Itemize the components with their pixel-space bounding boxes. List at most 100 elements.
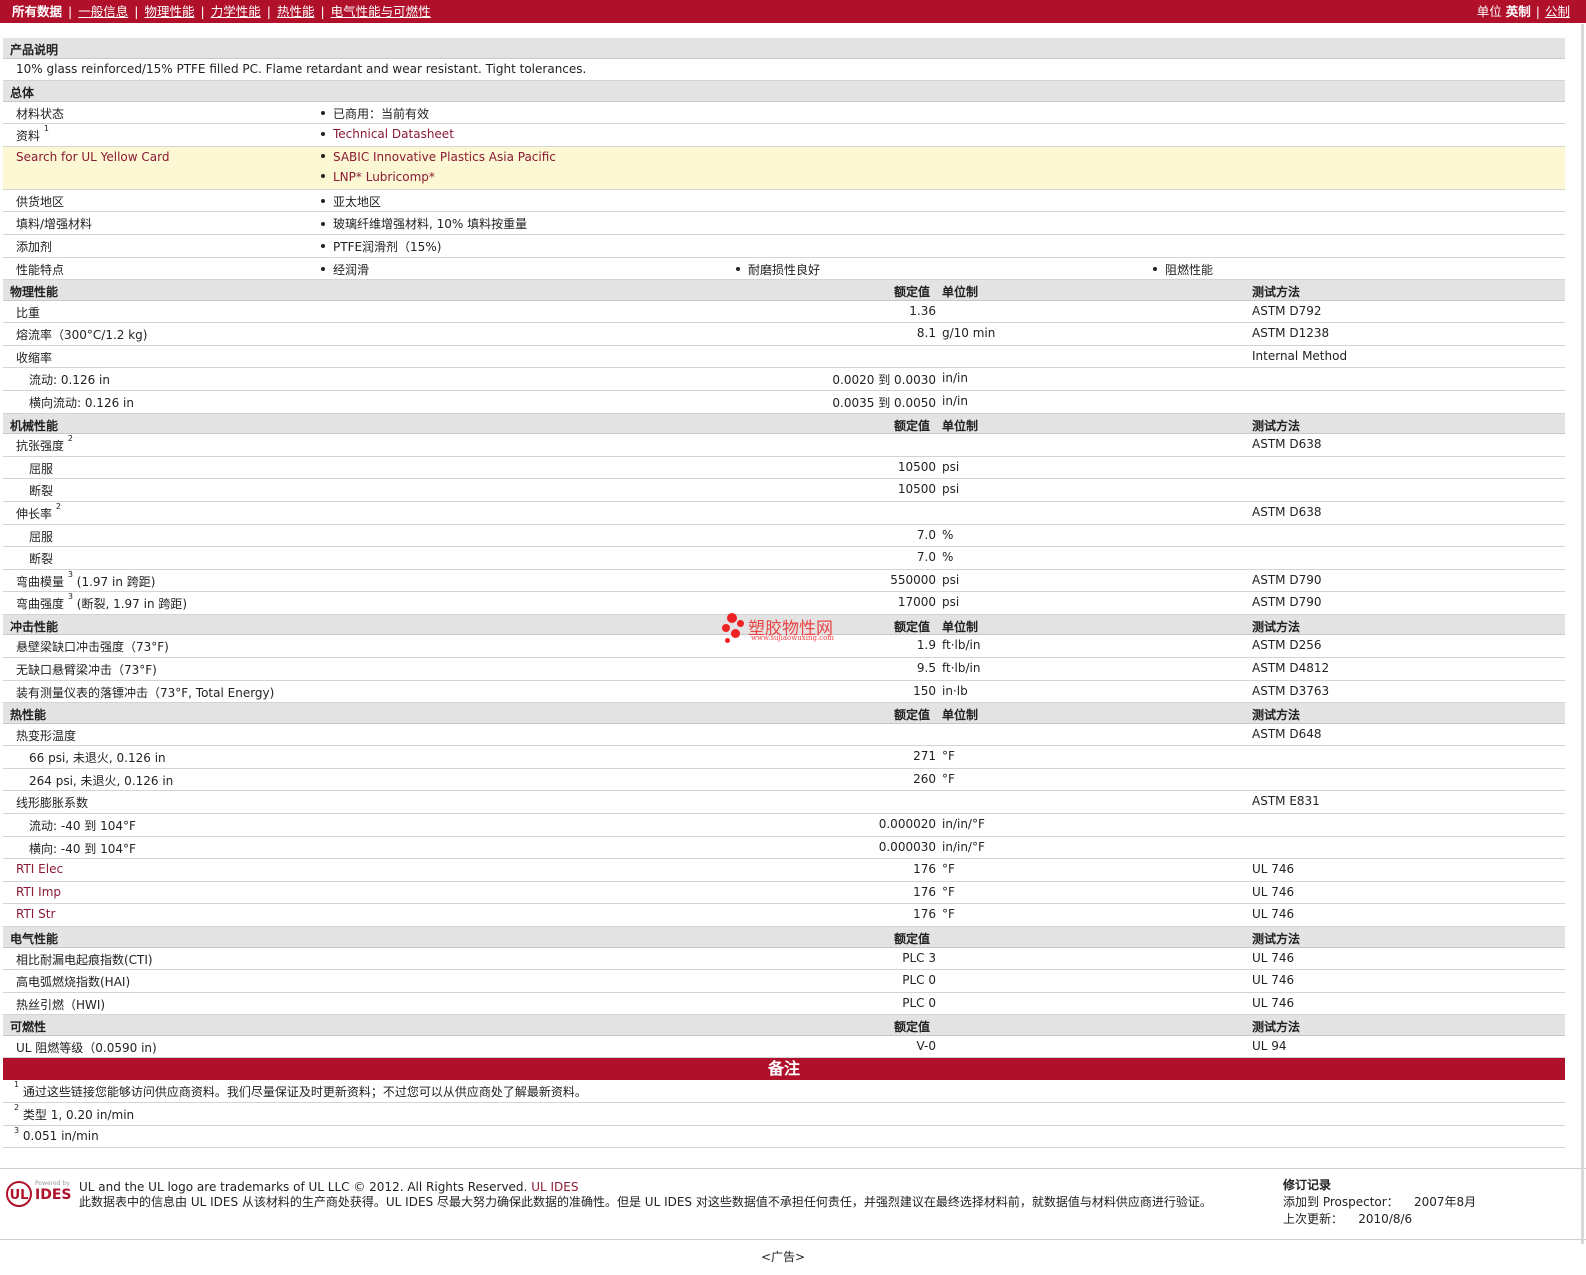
unit-metric[interactable]: 公制 bbox=[1545, 4, 1570, 19]
column-header-unit: 单位制 bbox=[942, 708, 979, 723]
ul-ides-link[interactable]: UL IDES bbox=[531, 1180, 578, 1194]
property-label: UL 阻燃等级（0.0590 in) bbox=[16, 1040, 157, 1055]
property-value: 1.9 bbox=[916, 638, 936, 653]
footer-disclaimer: UL and the UL logo are trademarks of UL … bbox=[79, 1180, 1212, 1209]
nav-general-info[interactable]: 一般信息 bbox=[78, 4, 128, 19]
property-label: 弯曲强度 3 (断裂, 1.97 in 跨距) bbox=[16, 592, 188, 612]
section-title: 热性能 bbox=[10, 708, 47, 723]
section-title: 冲击性能 bbox=[10, 619, 59, 634]
test-method: ASTM E831 bbox=[1252, 794, 1320, 809]
property-label: 66 psi, 未退火, 0.126 in bbox=[29, 751, 166, 766]
description-text: 10% glass reinforced/15% PTFE filled PC.… bbox=[16, 61, 587, 76]
nav-all-data[interactable]: 所有数据 bbox=[12, 4, 62, 19]
test-method: UL 94 bbox=[1252, 1038, 1287, 1053]
feature-item: 阻燃性能 bbox=[1153, 261, 1213, 278]
property-label[interactable]: RTI Str bbox=[16, 907, 55, 921]
general-row-additive: 添加剂 PTFE润滑剂（15%) bbox=[3, 235, 1565, 258]
property-unit: psi bbox=[942, 482, 960, 497]
revision-history: 修订记录 添加到 Prospector： 2007年8月 上次更新： 2010/… bbox=[1283, 1178, 1477, 1226]
section-title: 电气性能 bbox=[10, 932, 59, 946]
section-title: 物理性能 bbox=[10, 285, 59, 300]
column-header-method: 测试方法 bbox=[1252, 418, 1301, 433]
property-value: V-0 bbox=[916, 1038, 936, 1053]
test-method: ASTM D790 bbox=[1252, 572, 1322, 587]
property-unit: % bbox=[942, 527, 954, 542]
property-label: 热丝引燃（HWI) bbox=[16, 997, 106, 1012]
vertical-scrollbar[interactable] bbox=[1581, 24, 1584, 1244]
property-row: 相比耐漏电起痕指数(CTI) PLC 3 UL 746 bbox=[3, 948, 1565, 971]
unit-english[interactable]: 英制 bbox=[1506, 4, 1531, 19]
property-unit: ft·lb/in bbox=[942, 638, 981, 653]
test-method: ASTM D638 bbox=[1252, 437, 1322, 452]
nav-physical[interactable]: 物理性能 bbox=[144, 4, 194, 19]
property-value: PLC 3 bbox=[902, 950, 936, 965]
property-row: 横向: -40 到 104°F 0.000030 in/in/°F bbox=[3, 837, 1565, 860]
section-header-general: 总体 bbox=[3, 81, 1565, 102]
property-row: 收缩率 Internal Method bbox=[3, 346, 1565, 369]
property-label: 264 psi, 未退火, 0.126 in bbox=[29, 773, 174, 788]
property-row: 屈服 7.0% bbox=[3, 525, 1565, 548]
nav-thermal[interactable]: 热性能 bbox=[277, 4, 315, 19]
test-method: ASTM D648 bbox=[1252, 726, 1322, 741]
property-value: 0.0035 到 0.0050 bbox=[832, 396, 936, 411]
test-method: Internal Method bbox=[1252, 348, 1348, 363]
watermark-logo: 塑胶物性网 www.sujiaowuxing.com bbox=[720, 612, 860, 648]
section-header-mechanical: 机械性能 额定值 单位制 测试方法 bbox=[3, 413, 1565, 435]
property-row: RTI Elec 176 °F UL 746 bbox=[3, 859, 1565, 882]
property-label: 屈服 bbox=[29, 461, 54, 476]
property-row: 无缺口悬臂梁冲击（73°F) 9.5 ft·lb/in ASTM D4812 bbox=[3, 658, 1565, 681]
property-sections: 物理性能 额定值 单位制 测试方法 比重 1.36 ASTM D792 熔流率（300°C/1… bbox=[3, 280, 1565, 1059]
column-header-method: 测试方法 bbox=[1252, 1020, 1301, 1035]
property-row: 热丝引燃（HWI) PLC 0 UL 746 bbox=[3, 993, 1565, 1016]
ad-placeholder: <广告> bbox=[760, 1250, 806, 1264]
remark-note: 2 类型 1, 0.20 in/min bbox=[3, 1103, 1565, 1126]
units-label: 单位 bbox=[1476, 4, 1502, 19]
column-header-nominal: 额定值 bbox=[894, 285, 931, 300]
property-unit: in/in/°F bbox=[942, 817, 985, 832]
footer: UL Powered by IDES UL and the UL logo ar… bbox=[0, 1168, 1586, 1240]
ul-card-link-sabic[interactable]: SABIC Innovative Plastics Asia Pacific bbox=[333, 150, 556, 164]
ul-yellow-card-label[interactable]: Search for UL Yellow Card bbox=[16, 150, 169, 164]
column-header-method: 测试方法 bbox=[1252, 708, 1301, 723]
property-label: 相比耐漏电起痕指数(CTI) bbox=[16, 952, 153, 967]
property-row: 弯曲模量 3 (1.97 in 跨距) 550000 psi ASTM D790 bbox=[3, 570, 1565, 593]
nav-electrical-flammability[interactable]: 电气性能与可燃性 bbox=[331, 4, 431, 19]
test-method: ASTM D4812 bbox=[1252, 660, 1330, 675]
section-header-physical: 物理性能 额定值 单位制 测试方法 bbox=[3, 280, 1565, 301]
property-label[interactable]: RTI Imp bbox=[16, 885, 61, 899]
nav-mechanical[interactable]: 力学性能 bbox=[211, 4, 261, 19]
column-header-nominal: 额定值 bbox=[894, 619, 931, 634]
ul-card-link-lnp[interactable]: LNP* Lubricomp* bbox=[333, 170, 435, 184]
technical-datasheet-link[interactable]: Technical Datasheet bbox=[333, 127, 454, 141]
property-label: 收缩率 bbox=[16, 350, 53, 365]
property-row: 比重 1.36 ASTM D792 bbox=[3, 301, 1565, 324]
general-row-ul-card: Search for UL Yellow Card SABIC Innovati… bbox=[3, 146, 1565, 190]
test-method: UL 746 bbox=[1252, 862, 1295, 877]
general-row-features: 性能特点 经润滑 耐磨损性良好 阻燃性能 bbox=[3, 258, 1565, 281]
section-header-flammability: 可燃性 额定值 测试方法 bbox=[3, 1015, 1565, 1036]
property-label: 高电弧燃烧指数(HAI) bbox=[16, 975, 131, 990]
property-row: 66 psi, 未退火, 0.126 in 271 °F bbox=[3, 746, 1565, 769]
test-method: UL 746 bbox=[1252, 884, 1295, 899]
property-value: 176 bbox=[913, 907, 936, 922]
property-value: 7.0 bbox=[916, 527, 936, 542]
property-label: 伸长率 2 bbox=[16, 501, 61, 521]
property-value: PLC 0 bbox=[902, 973, 936, 988]
test-method: ASTM D790 bbox=[1252, 595, 1322, 610]
property-label[interactable]: RTI Elec bbox=[16, 862, 63, 876]
test-method: ASTM D1238 bbox=[1252, 326, 1330, 341]
property-value: 260 bbox=[913, 771, 936, 786]
property-label: 流动: -40 到 104°F bbox=[29, 819, 136, 834]
property-unit: in/in/°F bbox=[942, 839, 985, 854]
section-header-thermal: 热性能 额定值 单位制 测试方法 bbox=[3, 703, 1565, 724]
property-row: 264 psi, 未退火, 0.126 in 260 °F bbox=[3, 769, 1565, 792]
property-unit: °F bbox=[942, 862, 955, 877]
row-label: 供货地区 bbox=[16, 194, 65, 209]
remarks-header: 备注 bbox=[3, 1058, 1565, 1081]
property-label: 线形膨胀系数 bbox=[16, 796, 89, 811]
row-label: 性能特点 bbox=[16, 262, 65, 277]
property-label: 断裂 bbox=[29, 552, 54, 567]
column-header-nominal: 额定值 bbox=[894, 708, 931, 723]
column-header-nominal: 额定值 bbox=[894, 418, 931, 433]
property-row: UL 阻燃等级（0.0590 in) V-0 UL 94 bbox=[3, 1036, 1565, 1059]
